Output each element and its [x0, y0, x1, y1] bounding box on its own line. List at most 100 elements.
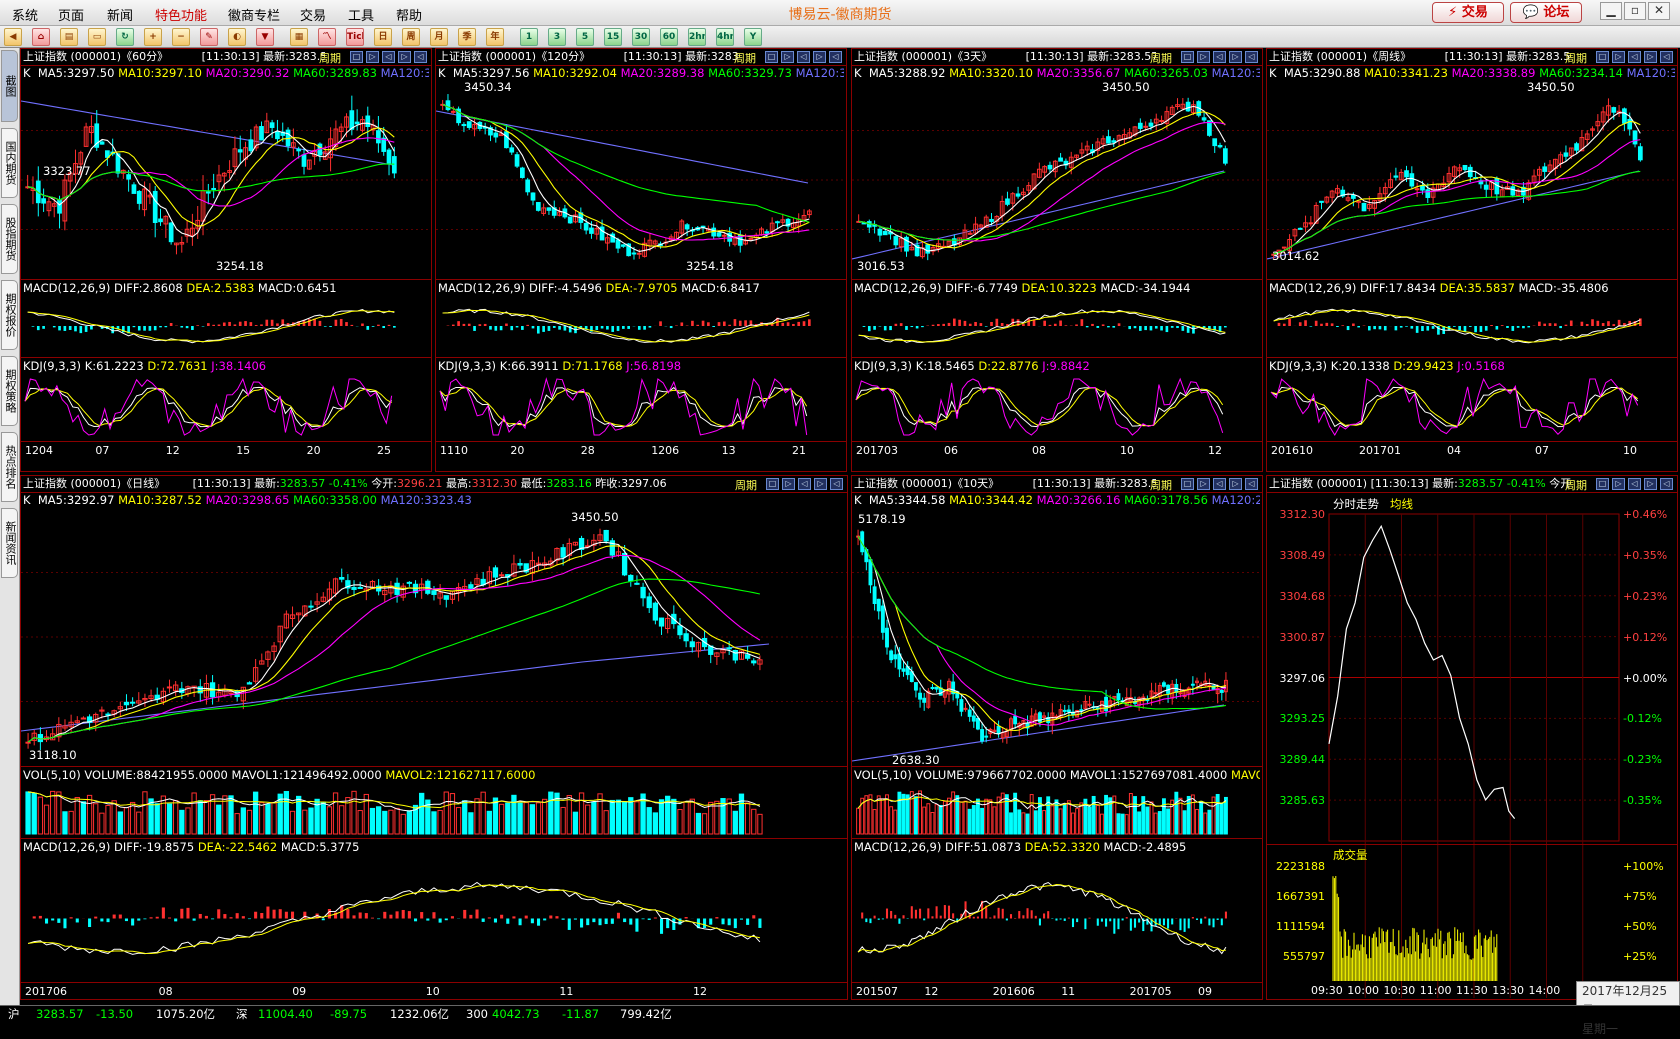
macd-dea-line [857, 883, 1226, 953]
candle-body [876, 598, 881, 612]
candle-body [1297, 227, 1303, 230]
volume-bar [701, 813, 708, 835]
candle-body [1425, 189, 1431, 198]
side-tab-screenshot[interactable]: 截图 [1, 50, 18, 122]
maximize-icon[interactable]: ▫ [1624, 2, 1646, 20]
volume-bar [578, 792, 585, 835]
day-icon[interactable]: 日 [374, 28, 392, 46]
volume-bar [732, 810, 738, 835]
side-tab-index-futures[interactable]: 股指期货 [1, 204, 18, 274]
menu-tools[interactable]: 工具 [348, 5, 374, 24]
volume-bar [382, 810, 388, 835]
volume-bar [542, 798, 548, 835]
date-tick: 1206 [651, 444, 680, 457]
side-tab-option-strategy[interactable]: 期权策略 [1, 356, 18, 426]
volume-bar [400, 813, 406, 835]
side-tab-option-quotes[interactable]: 期权报价 [1, 280, 18, 350]
menu-help[interactable]: 帮助 [396, 5, 422, 24]
candle-body [99, 141, 105, 145]
period-60-button[interactable]: 60 [660, 28, 678, 46]
volume-bar [1207, 809, 1212, 835]
news-icon[interactable]: ▭ [88, 28, 106, 46]
period-5-button[interactable]: 5 [576, 28, 594, 46]
period-4hr-button[interactable]: 4hr [716, 28, 734, 46]
week-icon[interactable]: 周 [402, 28, 420, 46]
pane-separator [852, 357, 1262, 358]
year-icon[interactable]: 年 [486, 28, 504, 46]
volume-bar [406, 810, 413, 835]
candle-body [406, 581, 413, 584]
kdj-name: KDJ(9,3,3) [854, 359, 913, 373]
menu-huishang[interactable]: 徽商专栏 [228, 5, 280, 24]
volume-bar [228, 795, 234, 835]
chart-panel-60min[interactable]: 上证指数 (000001)《60分》 [11:30:13] 最新:3283.57… [20, 48, 432, 472]
season-icon[interactable]: 季 [458, 28, 476, 46]
zoom-in-icon[interactable]: + [144, 28, 162, 46]
pen-icon[interactable]: ✎ [200, 28, 218, 46]
chart-panel-120min[interactable]: 上证指数 (000001)《120分》 [11:30:13] 最新:3283.5… [435, 48, 847, 472]
chart-icon[interactable]: 〽 [318, 28, 336, 46]
month-icon[interactable]: 月 [430, 28, 448, 46]
volume-bar [992, 806, 997, 835]
macd-diff-line [442, 308, 810, 343]
macd-value: MACD:-34.1944 [1100, 281, 1191, 295]
period-2hr-button[interactable]: 2hr [688, 28, 706, 46]
chart-panel-daily[interactable]: 上证指数 (000001)《日线》 [11:30:13] 最新:3283.57 … [20, 475, 848, 1000]
candle-body [1087, 703, 1092, 706]
volume-bar [591, 801, 597, 835]
pane-separator [1267, 441, 1677, 442]
close-icon[interactable]: ✕ [1648, 2, 1670, 20]
back-icon[interactable]: ◀ [4, 28, 22, 46]
side-tab-news[interactable]: 新闻资讯 [1, 508, 18, 578]
volume-bar [1025, 813, 1030, 835]
table-icon[interactable]: ▦ [290, 28, 308, 46]
macd-legend: MACD(12,26,9) DIFF:2.8608 DEA:2.5383 MAC… [23, 281, 429, 295]
menu-news[interactable]: 新闻 [107, 5, 133, 24]
chart-panel-intraday[interactable]: 上证指数 (000001) [11:30:13] 最新:3283.57 -0.4… [1266, 475, 1678, 1000]
macd-histogram [31, 318, 396, 334]
pane-separator [1267, 357, 1677, 358]
menu-special[interactable]: 特色功能 [155, 5, 207, 24]
paint-icon[interactable]: ◐ [228, 28, 246, 46]
date-tick: 10 [425, 985, 440, 998]
status-bar: 沪 3283.57 -13.50 1075.20亿 深 11004.40 -89… [0, 1005, 1680, 1022]
menu-page[interactable]: 页面 [58, 5, 84, 24]
period-1-button[interactable]: 1 [520, 28, 538, 46]
date-tick: 07 [1535, 444, 1549, 457]
minimize-icon[interactable]: ▁ [1600, 2, 1622, 20]
home-icon[interactable]: ⌂ [32, 28, 50, 46]
volume-bar [93, 803, 99, 835]
trade-button[interactable]: ⚡ 交易 [1432, 2, 1504, 23]
volume-bar [689, 798, 695, 835]
forum-button[interactable]: 💬 论坛 [1510, 2, 1582, 23]
candle-body [1319, 200, 1324, 203]
date-tick: 10 [1120, 444, 1134, 457]
side-tab-domestic-futures[interactable]: 国内期货 [1, 128, 18, 198]
chart-panel-3day[interactable]: 上证指数 (000001)《3天》 [11:30:13] 最新:3283.57 周… [851, 48, 1263, 472]
stack-icon[interactable]: ▤ [60, 28, 78, 46]
side-tab-hot-ranking[interactable]: 热点排名 [1, 432, 18, 502]
menu-trade[interactable]: 交易 [300, 5, 326, 24]
period-15-button[interactable]: 15 [604, 28, 622, 46]
filter-icon[interactable]: ▼ [256, 28, 274, 46]
date-tick: 06 [944, 444, 958, 457]
period-y-button[interactable]: Y [744, 28, 762, 46]
volume-bar [339, 805, 345, 835]
candle-body [640, 586, 646, 599]
chart-panel-10day[interactable]: 上证指数 (000001)《10天》 [11:30:13] 最新:3283.57… [851, 475, 1263, 1000]
zoom-out-icon[interactable]: − [172, 28, 190, 46]
candle-body [1409, 173, 1415, 187]
date-tick: 201701 [1359, 444, 1401, 457]
chart-panel-weekly[interactable]: 上证指数 (000001)《周线》 [11:30:13] 最新:3283.57 周… [1266, 48, 1678, 472]
ma-line [27, 554, 761, 743]
candle-body [1178, 692, 1183, 695]
refresh-icon[interactable]: ↻ [116, 28, 134, 46]
period-30-button[interactable]: 30 [632, 28, 650, 46]
tick-icon[interactable]: Tick [346, 28, 364, 46]
volume-bar [1153, 812, 1158, 835]
volume-bar [111, 800, 117, 835]
candle-body [443, 595, 449, 600]
candle-body [1510, 186, 1516, 196]
period-3-button[interactable]: 3 [548, 28, 566, 46]
menu-system[interactable]: 系统 [12, 5, 38, 24]
